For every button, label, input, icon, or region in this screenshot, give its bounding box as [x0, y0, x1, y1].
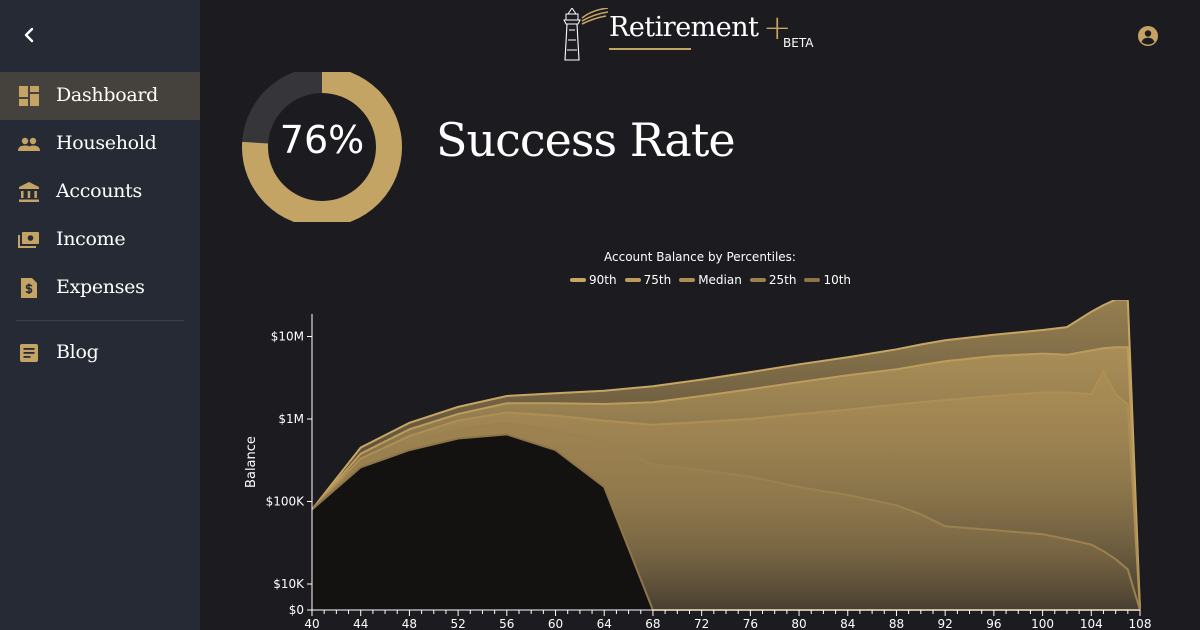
sidebar-item-label: Household [56, 132, 157, 154]
legend-item-median[interactable]: Median [679, 273, 742, 287]
x-tick-label: 64 [597, 617, 612, 630]
brand-name: Retirement [609, 12, 759, 43]
balance-percentile-chart: $0 $10K $100K $1M $10M Balance 40 44 48 52 56 60 64 6… [244, 300, 1152, 630]
x-tick-label: 52 [450, 617, 465, 630]
sidebar-item-label: Income [56, 228, 126, 250]
sidebar-item-income[interactable]: Income [0, 216, 200, 264]
x-tick-label: 76 [743, 617, 758, 630]
x-tick-label: 48 [402, 617, 417, 630]
sidebar-item-label: Blog [56, 341, 99, 363]
x-tick-label: 40 [304, 617, 319, 630]
sidebar-item-dashboard[interactable]: Dashboard [0, 72, 200, 120]
x-tick-label: 56 [499, 617, 514, 630]
x-tick-label: 92 [938, 617, 953, 630]
legend-item-25th[interactable]: 25th [749, 273, 796, 287]
sidebar-item-accounts[interactable]: Accounts [0, 168, 200, 216]
success-rate-title: Success Rate [436, 113, 736, 167]
x-tick-label: 68 [645, 617, 660, 630]
sidebar-item-label: Expenses [56, 276, 145, 298]
x-tick-label: 100 [1031, 617, 1054, 630]
x-tick-label: 72 [694, 617, 709, 630]
main-content: Retirement + BETA 76% Success Rate Accou… [200, 0, 1200, 630]
dashboard-icon [19, 86, 39, 106]
legend-item-10th[interactable]: 10th [804, 273, 851, 287]
x-tick-label: 108 [1129, 617, 1152, 630]
y-tick-label: $0 [289, 603, 304, 617]
sidebar-divider [16, 320, 184, 321]
sidebar: Dashboard Household Accounts Income Expe… [0, 0, 200, 630]
x-tick-label: 88 [889, 617, 904, 630]
y-tick-label: $1M [278, 412, 304, 426]
brand-underline [609, 48, 691, 50]
chart-legend: 90th 75th Median 25th 10th [570, 273, 851, 287]
y-tick-label: $100K [266, 495, 306, 509]
sidebar-item-label: Dashboard [56, 84, 159, 106]
x-tick-label: 44 [353, 617, 368, 630]
y-tick-label: $10M [271, 330, 304, 344]
people-icon [18, 137, 40, 151]
collapse-sidebar-button[interactable] [18, 24, 40, 46]
x-tick-label: 84 [840, 617, 855, 630]
x-tick-label: 80 [791, 617, 806, 630]
sidebar-item-household[interactable]: Household [0, 120, 200, 168]
cash-icon [18, 232, 39, 248]
success-rate-value: 76% [279, 118, 365, 162]
chart-title: Account Balance by Percentiles: [604, 250, 796, 264]
x-tick-label: 60 [548, 617, 563, 630]
sidebar-item-label: Accounts [56, 180, 142, 202]
legend-item-75th[interactable]: 75th [624, 273, 671, 287]
article-icon [20, 344, 38, 362]
y-tick-label: $10K [273, 577, 305, 591]
y-axis-label: Balance [244, 436, 259, 488]
account-circle-icon[interactable] [1138, 26, 1158, 46]
x-tick-label: 96 [986, 617, 1001, 630]
receipt-dollar-icon [21, 278, 37, 298]
bank-icon [19, 182, 39, 202]
x-tick-label: 104 [1080, 617, 1103, 630]
sidebar-item-expenses[interactable]: Expenses [0, 264, 200, 312]
sidebar-item-blog[interactable]: Blog [0, 329, 200, 377]
chart-areas [311, 300, 1141, 611]
beta-badge: BETA [783, 36, 814, 50]
legend-item-90th[interactable]: 90th [570, 273, 617, 287]
